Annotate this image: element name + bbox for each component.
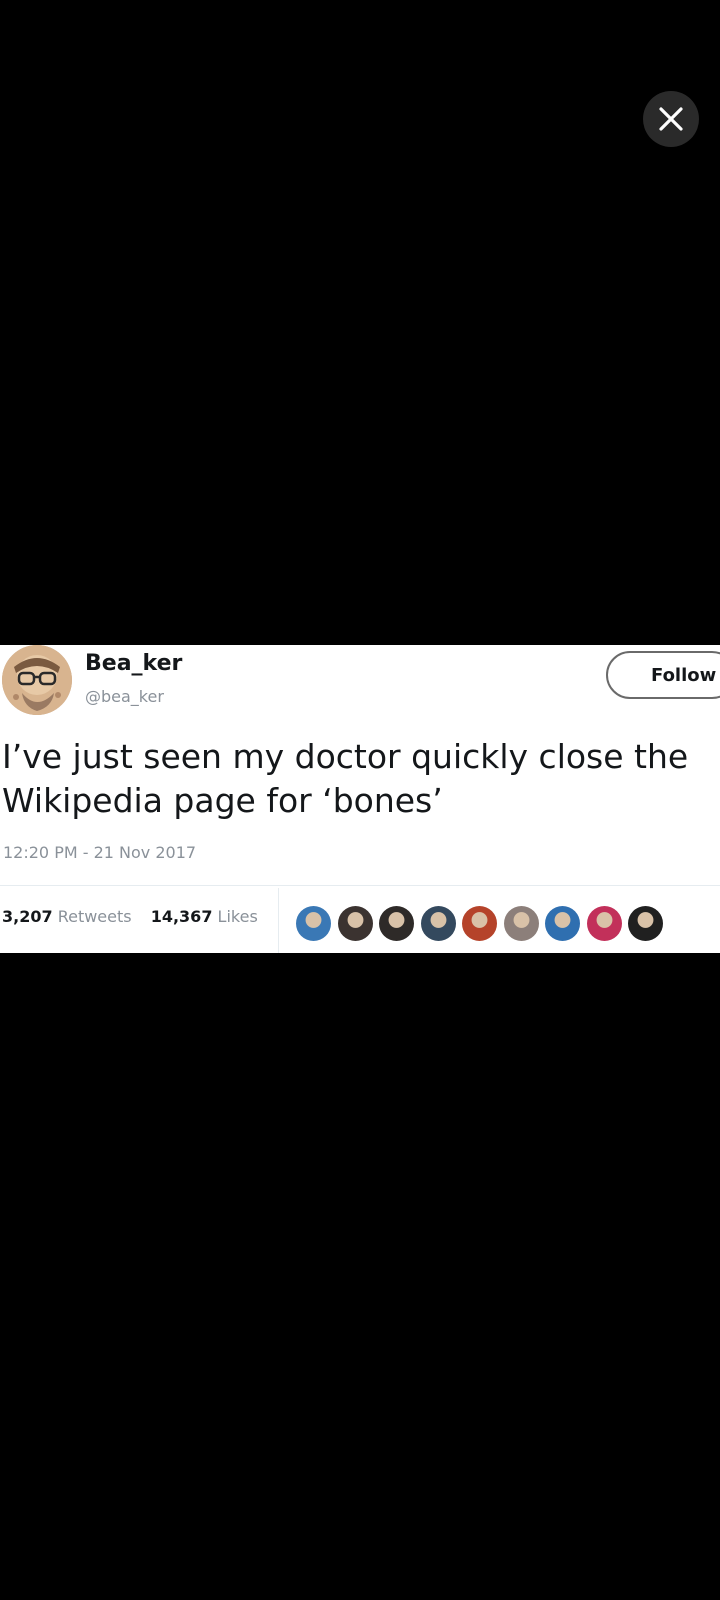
retweets-count: 3,207 (2, 907, 53, 926)
liker-avatar (296, 906, 331, 941)
follow-button: Follow (606, 651, 720, 699)
engagement-stats: 3,207 Retweets 14,367 Likes (2, 907, 258, 926)
likes-count: 14,367 (150, 907, 213, 926)
tweet-text: I’ve just seen my doctor quickly close t… (2, 735, 718, 823)
liker-avatar (462, 906, 497, 941)
tweet-text-line: Wikipedia page for ‘bones’ (2, 781, 443, 820)
user-handle: @bea_ker (85, 687, 164, 706)
tweet-screenshot-image[interactable]: Bea_ker @bea_ker Follow I’ve just seen m… (0, 645, 720, 953)
liker-avatar (379, 906, 414, 941)
liker-avatar (337, 906, 373, 941)
display-name: Bea_ker (85, 651, 183, 676)
liker-avatar (503, 906, 539, 941)
follow-button-label: Follow (651, 664, 717, 686)
divider (0, 885, 720, 886)
image-viewer: Bea_ker @bea_ker Follow I’ve just seen m… (0, 0, 720, 1600)
liker-avatar (586, 906, 622, 941)
profile-avatar (2, 645, 72, 715)
close-button[interactable] (643, 91, 699, 147)
liker-avatar (420, 906, 456, 941)
close-icon (659, 107, 683, 131)
tweet-text-line: I’ve just seen my doctor quickly close t… (2, 737, 689, 776)
liker-avatar (628, 906, 663, 941)
likes-label: Likes (217, 907, 258, 926)
tweet-timestamp: 12:20 PM - 21 Nov 2017 (3, 843, 197, 862)
retweets-label: Retweets (57, 907, 132, 926)
liker-avatars (296, 906, 670, 942)
stats-divider (278, 888, 279, 953)
liker-avatar (545, 906, 580, 941)
